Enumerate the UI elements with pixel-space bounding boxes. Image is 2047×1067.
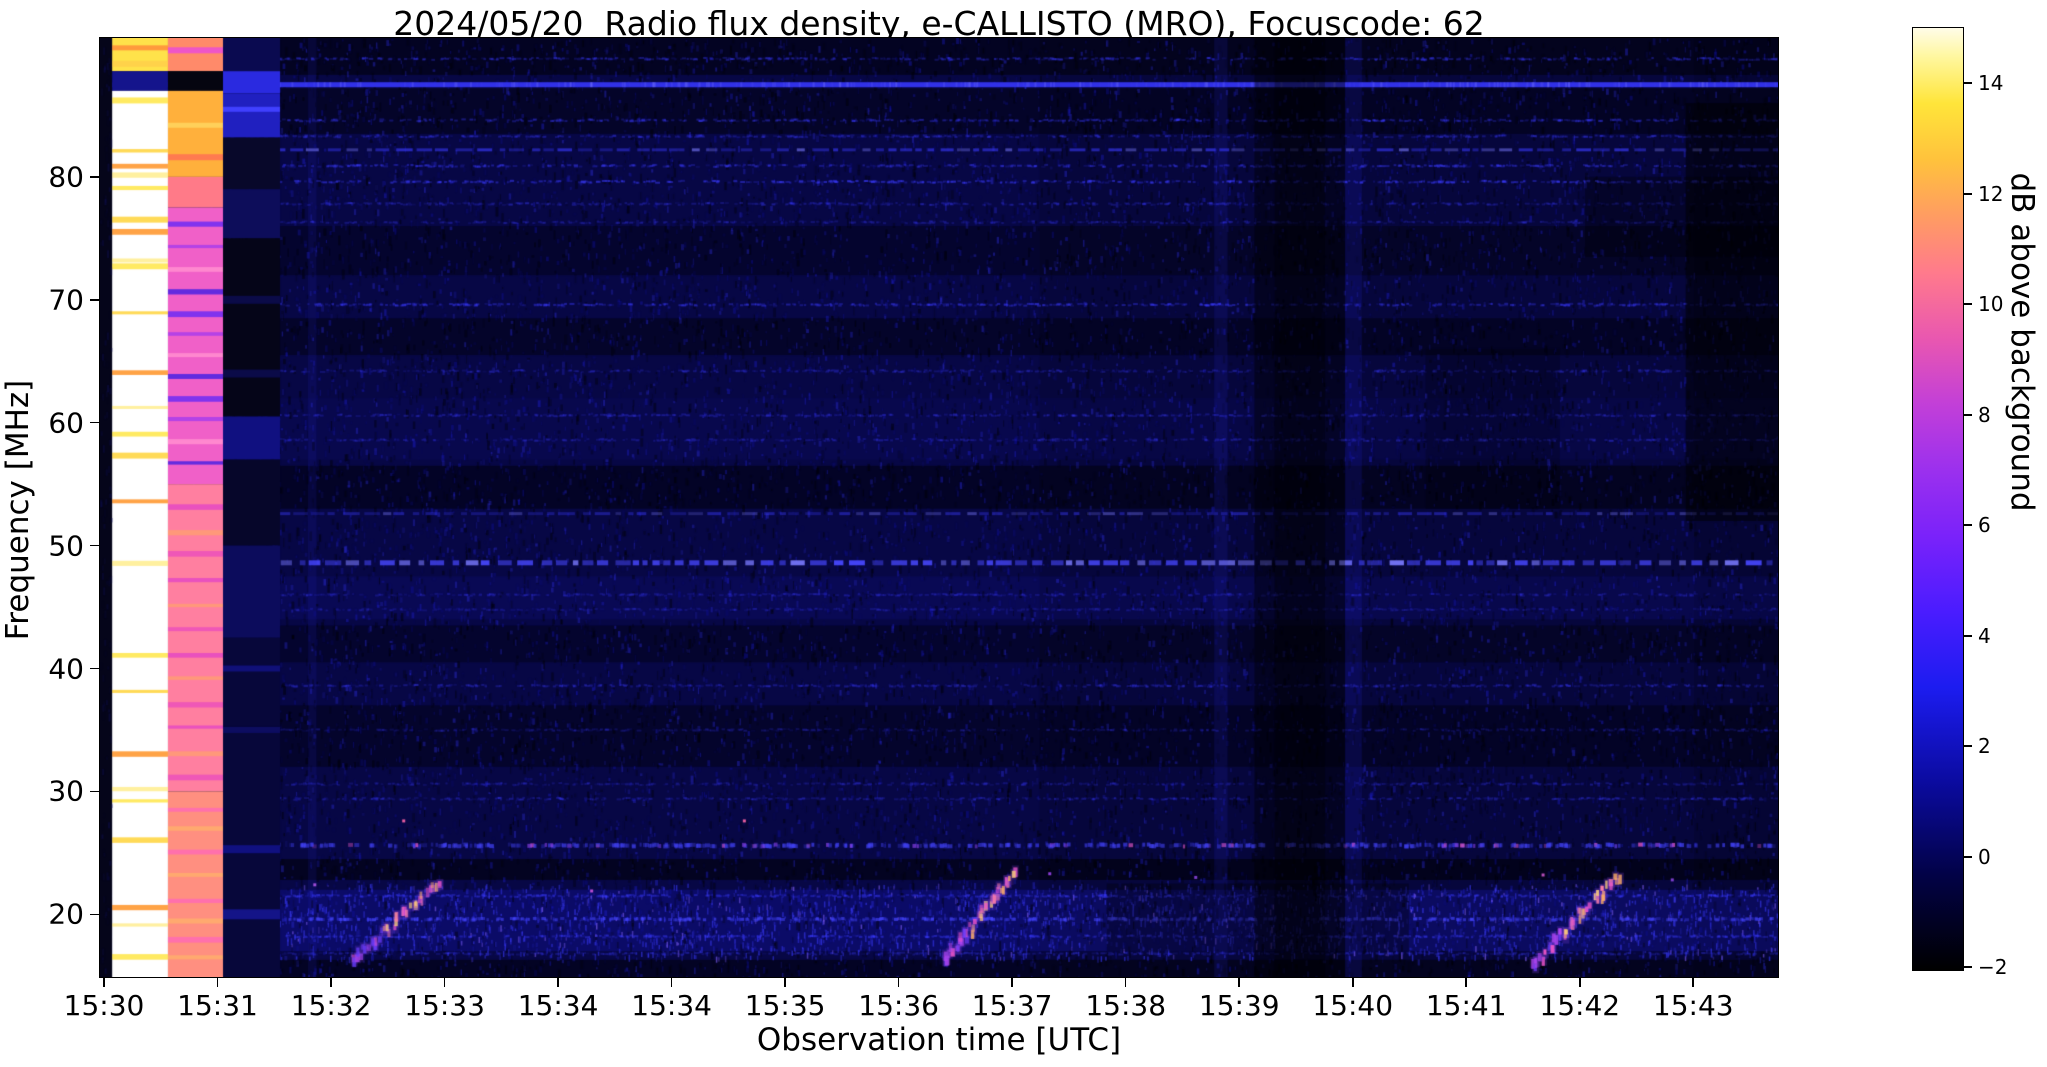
y-tick-mark [90, 544, 99, 547]
y-tick-mark [90, 913, 99, 916]
colorbar-tick-label: 10 [1978, 292, 2004, 317]
colorbar-tick-label: 4 [1978, 623, 1991, 648]
y-tick-mark [90, 298, 99, 301]
x-tick-label: 15:34 [517, 989, 599, 1022]
x-tick-mark [1578, 978, 1581, 987]
spectrogram-figure: 2024/05/20 Radio flux density, e-CALLIST… [0, 0, 2047, 1067]
x-tick-mark [1351, 978, 1354, 987]
x-tick-mark [1465, 978, 1468, 987]
x-tick-label: 15:32 [290, 989, 372, 1022]
x-tick-mark [670, 978, 673, 987]
plot-area [99, 37, 1779, 978]
x-tick-label: 15:39 [1198, 989, 1280, 1022]
x-tick-label: 15:36 [858, 989, 939, 1022]
x-tick-mark [1692, 978, 1695, 987]
x-tick-mark [1238, 978, 1240, 987]
x-axis-label: Observation time [UTC] [756, 1022, 1122, 1058]
y-tick-mark [90, 421, 99, 424]
y-tick-label: 50 [48, 529, 84, 563]
colorbar-tick-label: 12 [1978, 181, 2004, 206]
spectrogram-canvas [100, 38, 1778, 977]
x-tick-label: 15:41 [1425, 989, 1507, 1022]
colorbar-label: dB above background [2004, 172, 2040, 512]
x-tick-label: 15:42 [1539, 989, 1621, 1022]
y-tick-mark [90, 790, 99, 793]
y-tick-label: 40 [48, 652, 84, 685]
y-tick-mark [90, 667, 99, 670]
colorbar-tick-mark [1964, 303, 1972, 306]
colorbar [1912, 27, 1964, 971]
x-tick-label: 15:37 [971, 989, 1053, 1022]
colorbar-tick-mark [1964, 855, 1972, 858]
x-tick-mark [330, 978, 332, 987]
colorbar-tick-mark [1964, 745, 1972, 748]
colorbar-tick-label: 2 [1978, 734, 1991, 759]
colorbar-tick-mark [1964, 634, 1972, 637]
x-tick-mark [784, 978, 786, 987]
y-tick-label: 20 [48, 897, 84, 931]
colorbar-tick-label: 8 [1978, 402, 1991, 427]
colorbar-tick-mark [1964, 966, 1972, 969]
x-tick-label: 15:33 [404, 989, 485, 1022]
x-tick-mark [897, 978, 900, 987]
x-tick-label: 15:34 [631, 989, 712, 1022]
x-tick-mark [1124, 978, 1127, 987]
y-tick-label: 60 [48, 406, 84, 440]
x-tick-mark [557, 978, 559, 987]
colorbar-tick-label: −2 [1978, 955, 2008, 980]
colorbar-tick-mark [1964, 524, 1972, 527]
x-tick-mark [1011, 978, 1013, 987]
x-tick-label: 15:30 [63, 989, 145, 1022]
x-tick-mark [103, 978, 105, 987]
colorbar-tick-mark [1964, 413, 1972, 416]
y-tick-label: 70 [48, 283, 84, 317]
x-tick-label: 15:31 [177, 989, 258, 1022]
x-tick-label: 15:43 [1652, 989, 1734, 1022]
x-tick-mark [216, 978, 219, 987]
y-tick-label: 30 [48, 774, 84, 808]
x-tick-mark [443, 978, 446, 987]
y-tick-mark [90, 176, 99, 178]
x-tick-label: 15:38 [1085, 989, 1167, 1022]
colorbar-tick-label: 0 [1978, 844, 1991, 869]
y-tick-label: 80 [48, 160, 84, 194]
colorbar-tick-label: 14 [1978, 71, 2004, 96]
y-axis-label: Frequency [MHz] [0, 379, 36, 641]
colorbar-tick-mark [1964, 82, 1972, 85]
x-tick-label: 15:35 [744, 989, 826, 1022]
x-tick-label: 15:40 [1312, 989, 1394, 1022]
colorbar-tick-label: 6 [1978, 513, 1991, 538]
colorbar-tick-mark [1964, 192, 1972, 195]
